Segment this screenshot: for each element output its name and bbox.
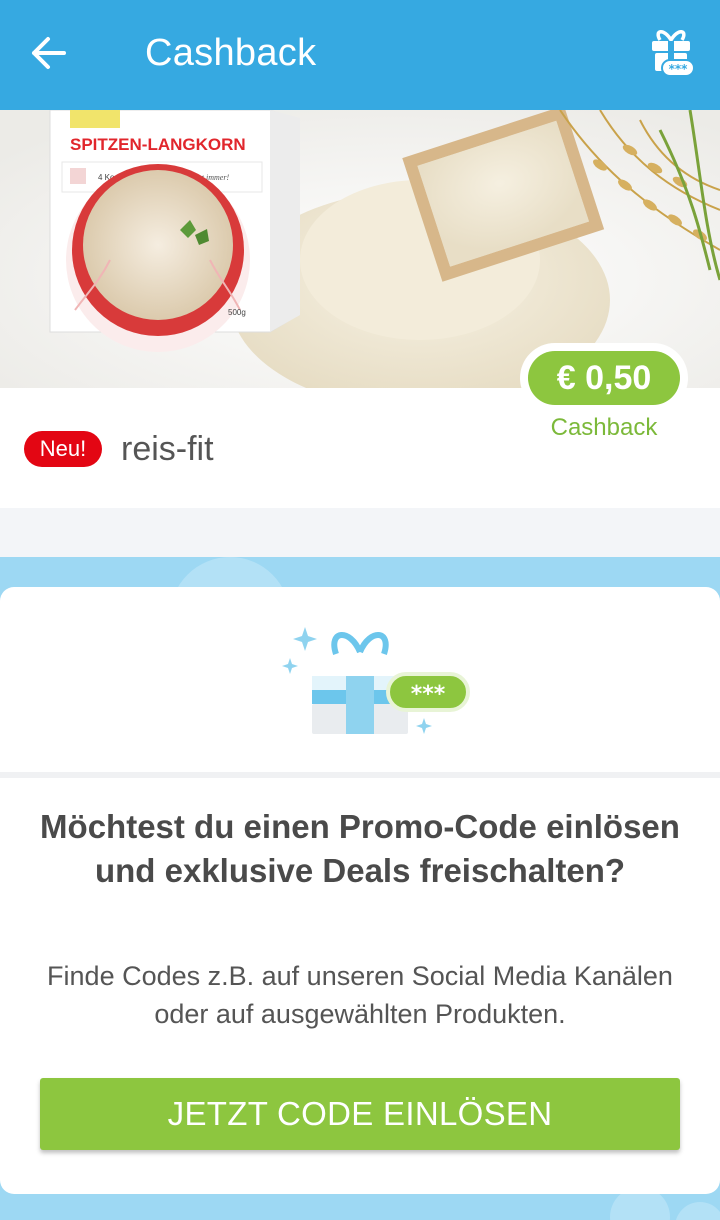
gift-code-icon: *** <box>652 30 695 77</box>
app-bar: Cashback *** <box>0 0 720 110</box>
svg-text:***: *** <box>669 62 689 76</box>
arrow-left-icon <box>32 37 66 69</box>
code-placeholder-badge: *** <box>411 682 446 707</box>
gift-illustration-icon: *** <box>282 627 470 734</box>
page-title: Cashback <box>145 32 317 74</box>
promo-code-button[interactable]: *** <box>646 26 696 80</box>
cashback-label: Cashback <box>550 414 658 441</box>
brand-name: reis-fit <box>121 430 214 468</box>
promo-heading: Möchtest du einen Promo-Code einlösen un… <box>40 808 680 889</box>
new-badge: Neu! <box>24 431 102 467</box>
redeem-code-button[interactable]: JETZT CODE EINLÖSEN <box>40 1078 680 1150</box>
promo-gift-illustration: *** <box>278 622 474 742</box>
back-button[interactable] <box>22 30 74 76</box>
package-title: SPITZEN-LANGKORN <box>70 135 246 154</box>
cashback-amount: € 0,50 <box>528 351 680 405</box>
package-weight: 500g <box>228 308 246 317</box>
promo-description: Finde Codes z.B. auf unseren Social Medi… <box>47 961 673 1029</box>
promo-code-card: *** Möchtest du einen Promo-Code einlöse… <box>0 587 720 1194</box>
card-divider <box>0 772 720 778</box>
cashback-amount-pill: € 0,50 <box>520 343 688 413</box>
